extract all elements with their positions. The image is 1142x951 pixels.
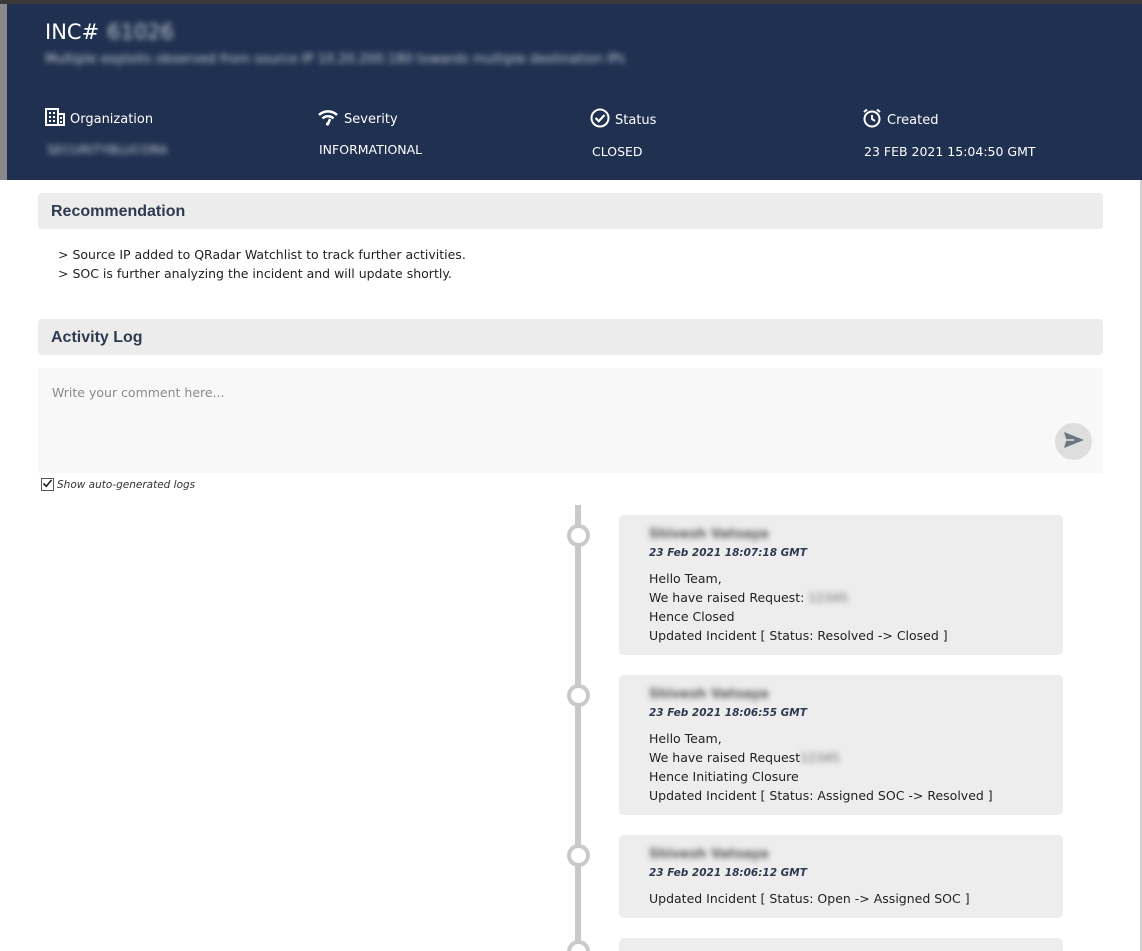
signal-icon	[317, 108, 344, 130]
incident-label: INC#	[45, 20, 100, 44]
organization-value: SECURITYBLUCORA	[47, 142, 168, 157]
timeline-node	[567, 844, 590, 867]
log-line: Hello Team,	[649, 731, 722, 746]
organization-label: Organization	[70, 111, 154, 127]
comment-input[interactable]	[38, 368, 1103, 473]
log-author: Shivesh Vatsaya	[649, 847, 769, 862]
status-value: CLOSED	[592, 144, 643, 159]
recommendation-line: > Source IP added to QRadar Watchlist to…	[58, 247, 466, 262]
incident-title: INC# 61026	[45, 20, 174, 44]
organization-field: Organization SECURITYBLUCORA	[45, 108, 168, 157]
incident-subtitle: Multiple exploits observed from source I…	[45, 52, 626, 67]
created-field: Created 23 FEB 2021 15:04:50 GMT	[862, 108, 1036, 159]
log-line: Updated Incident [ Status: Assigned SOC …	[649, 788, 993, 803]
log-entry: Shivesh Vatsaya 23 Feb 2021 18:07:18 GMT…	[619, 515, 1063, 655]
show-auto-logs-toggle[interactable]: Show auto-generated logs	[41, 478, 195, 491]
log-entry: Shivesh Vatsaya 23 Feb 2021 18:06:55 GMT…	[619, 675, 1063, 815]
log-timestamp: 23 Feb 2021 18:06:55 GMT	[649, 707, 807, 719]
created-value: 23 FEB 2021 15:04:50 GMT	[864, 144, 1036, 159]
timeline-node	[567, 940, 590, 951]
log-message: Updated Incident [ Status: Open -> Assig…	[649, 889, 1033, 908]
auto-logs-label: Show auto-generated logs	[57, 478, 196, 491]
log-message: Hello Team, We have raised Request12345 …	[649, 729, 1033, 805]
check-circle-icon	[590, 108, 615, 132]
incident-number: 61026	[107, 20, 174, 44]
log-line: Updated Incident [ Status: Open -> Assig…	[649, 891, 970, 906]
log-line: Hello Team,	[649, 571, 722, 586]
send-icon	[1063, 431, 1085, 453]
status-label: Status	[615, 112, 657, 128]
incident-header: INC# 61026 Multiple exploits observed fr…	[7, 4, 1142, 180]
severity-value: INFORMATIONAL	[319, 142, 423, 157]
severity-label: Severity	[344, 111, 398, 127]
severity-field: Severity INFORMATIONAL	[317, 108, 422, 157]
send-comment-button[interactable]	[1055, 423, 1092, 460]
activity-log-header: Activity Log	[38, 319, 1103, 355]
log-text: We have raised Request:	[649, 590, 809, 605]
log-line: Hence Closed	[649, 609, 735, 624]
log-author: Shivesh Vatsaya	[649, 527, 769, 542]
timeline-node	[567, 524, 590, 547]
checkmark-icon	[42, 478, 53, 492]
status-field: Status CLOSED	[590, 108, 656, 159]
request-number: 12345	[808, 590, 849, 605]
timeline-node	[567, 684, 590, 707]
window-left-border	[0, 4, 7, 180]
log-author: Shivesh Vatsaya	[649, 687, 769, 702]
recommendation-header: Recommendation	[38, 193, 1103, 229]
recommendation-line: > SOC is further analyzing the incident …	[58, 266, 452, 281]
log-timestamp: 23 Feb 2021 18:06:12 GMT	[649, 867, 807, 879]
log-text: We have raised Request	[649, 750, 801, 765]
log-timestamp: 23 Feb 2021 18:07:18 GMT	[649, 547, 807, 559]
auto-logs-checkbox[interactable]	[41, 478, 54, 491]
building-icon	[45, 108, 70, 130]
log-line: Hence Initiating Closure	[649, 769, 799, 784]
timeline-line	[575, 505, 581, 951]
request-number: 12345	[800, 750, 840, 765]
log-entry: Shivesh Vatsaya 23 Feb 2021 18:06:12 GMT…	[619, 835, 1063, 918]
log-entry	[619, 938, 1063, 951]
log-line: Updated Incident [ Status: Resolved -> C…	[649, 628, 948, 643]
alarm-clock-icon	[862, 108, 887, 132]
created-label: Created	[887, 112, 939, 128]
log-line: We have raised Request: 12345	[649, 588, 1033, 607]
log-line: We have raised Request12345	[649, 748, 1033, 767]
recommendation-text: > Source IP added to QRadar Watchlist to…	[58, 245, 466, 283]
log-message: Hello Team, We have raised Request: 1234…	[649, 569, 1033, 645]
